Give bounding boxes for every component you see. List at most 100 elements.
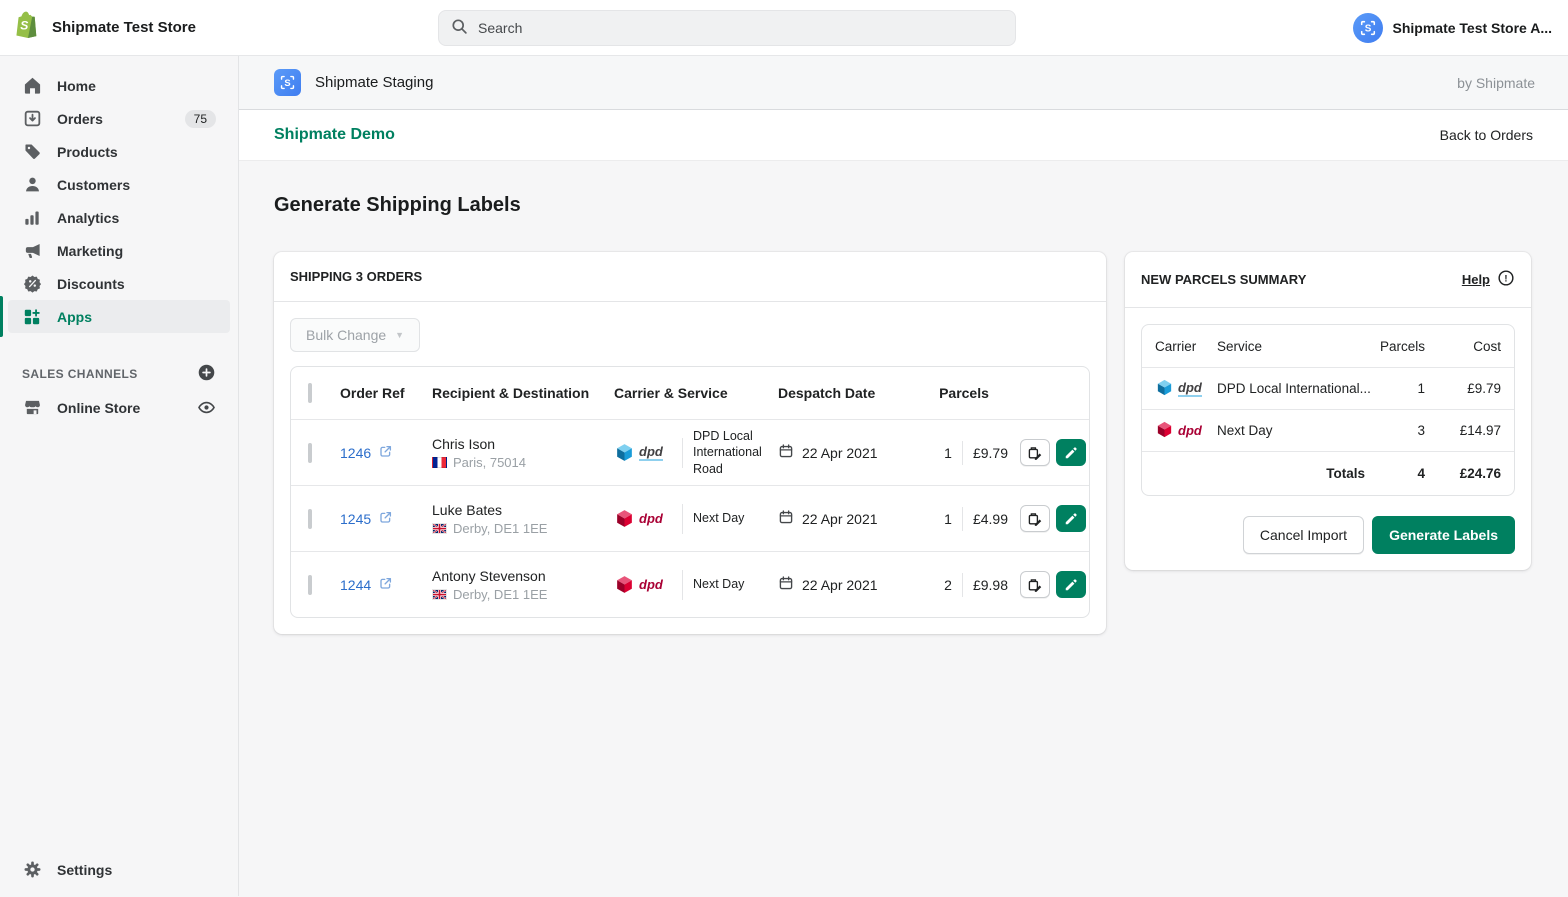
- edit-parcels-button[interactable]: [1020, 505, 1050, 532]
- chevron-down-icon: ▼: [395, 330, 405, 340]
- summary-table-header: Carrier Service Parcels Cost: [1142, 325, 1514, 367]
- parcel-count: 1: [1417, 381, 1425, 396]
- sidebar-item-home[interactable]: Home: [8, 69, 230, 102]
- sidebar-item-orders[interactable]: Orders 75: [8, 102, 230, 135]
- account-avatar: S: [1352, 13, 1383, 43]
- carrier-wordmark: dpd: [639, 511, 663, 526]
- divider: [961, 572, 963, 597]
- dpd-logo-icon: dpd: [614, 508, 672, 529]
- row-checkbox[interactable]: [308, 574, 312, 595]
- calendar-icon: [778, 575, 794, 594]
- totals-label: Totals: [1326, 466, 1365, 481]
- help-link[interactable]: Help !: [1462, 269, 1515, 290]
- table-row: 1245 Luke Bates Derby, DE1 1EE dpd Next …: [291, 485, 1089, 551]
- table-row: dpd Next Day 3 £14.97: [1142, 409, 1514, 451]
- order-ref-link[interactable]: 1246: [340, 445, 371, 461]
- sidebar-item-label: Analytics: [57, 209, 120, 226]
- recipient-name: Luke Bates: [432, 501, 503, 518]
- flag-gb-icon: [432, 588, 447, 600]
- column-carrier: Carrier & Service: [614, 385, 728, 401]
- shipmate-app-icon: S: [274, 69, 301, 96]
- shipping-orders-card: SHIPPING 3 ORDERS Bulk Change ▼ Order Re…: [274, 252, 1106, 634]
- dpd-logo-icon: [1155, 420, 1174, 442]
- dpd-local-logo-icon: dpd: [614, 442, 672, 463]
- edit-order-button[interactable]: [1056, 505, 1086, 532]
- parcel-cost: £9.79: [972, 444, 1008, 461]
- orders-table-header: Order Ref Recipient & Destination Carrie…: [291, 367, 1089, 419]
- destination: Derby, DE1 1EE: [453, 586, 548, 602]
- bulk-change-button[interactable]: Bulk Change ▼: [290, 318, 421, 352]
- topbar: S Shipmate Test Store S Shipmate Test St…: [0, 0, 1568, 56]
- sidebar-item-products[interactable]: Products: [8, 135, 230, 168]
- parcel-count: 2: [944, 576, 952, 593]
- cost-value: £14.97: [1459, 423, 1501, 438]
- edit-order-button[interactable]: [1056, 439, 1086, 466]
- new-parcels-summary-card: NEW PARCELS SUMMARY Help ! Carrier Servi…: [1125, 252, 1531, 570]
- despatch-date: 22 Apr 2021: [802, 510, 878, 527]
- shipmate-demo-link[interactable]: Shipmate Demo: [274, 126, 395, 144]
- account-menu[interactable]: S Shipmate Test Store A...: [1352, 0, 1552, 56]
- app-header-strip: S Shipmate Staging by Shipmate: [239, 56, 1568, 110]
- discount-icon: [22, 274, 42, 294]
- cancel-import-button[interactable]: Cancel Import: [1242, 516, 1365, 554]
- column-parcels: Parcels: [1379, 338, 1425, 354]
- table-row: 1244 Antony Stevenson Derby, DE1 1EE dpd…: [291, 551, 1089, 617]
- select-all-checkbox[interactable]: [308, 383, 312, 403]
- column-despatch-date: Despatch Date: [778, 385, 876, 401]
- store-brand[interactable]: S Shipmate Test Store: [0, 10, 239, 45]
- parcel-cost: £4.99: [972, 510, 1008, 527]
- column-order-ref: Order Ref: [340, 385, 405, 401]
- sidebar-item-online-store[interactable]: Online Store: [8, 391, 230, 424]
- column-recipient: Recipient & Destination: [432, 385, 590, 401]
- calendar-icon: [778, 443, 794, 462]
- flag-gb-icon: [432, 522, 447, 534]
- divider: [961, 506, 963, 531]
- global-search[interactable]: [438, 10, 1016, 46]
- sidebar-item-customers[interactable]: Customers: [8, 168, 230, 201]
- preview-store-button[interactable]: [197, 398, 216, 417]
- edit-parcels-button[interactable]: [1020, 439, 1050, 466]
- carrier-wordmark: dpd: [1178, 423, 1202, 438]
- back-to-orders-link[interactable]: Back to Orders: [1440, 127, 1533, 143]
- flag-fr-icon: [432, 456, 447, 468]
- external-link-icon[interactable]: [378, 444, 393, 462]
- sales-channels-heading: SALES CHANNELS: [22, 367, 138, 381]
- shopify-logo-icon: S: [14, 10, 42, 45]
- home-icon: [22, 76, 42, 96]
- help-label[interactable]: Help: [1462, 272, 1490, 287]
- sidebar-item-label: Apps: [57, 308, 92, 325]
- app-byline: by Shipmate: [1457, 74, 1535, 91]
- external-link-icon[interactable]: [378, 576, 393, 594]
- search-icon: [451, 18, 468, 38]
- sales-channels-section: SALES CHANNELS: [8, 363, 230, 385]
- edit-order-button[interactable]: [1056, 571, 1086, 598]
- analytics-icon: [22, 208, 42, 228]
- megaphone-icon: [22, 241, 42, 261]
- row-checkbox[interactable]: [308, 442, 312, 463]
- parcel-count: 1: [944, 510, 952, 527]
- sidebar: Home Orders 75 Products Customers Analyt…: [0, 56, 239, 896]
- row-checkbox[interactable]: [308, 508, 312, 529]
- service-name: Next Day: [693, 511, 745, 526]
- sidebar-item-analytics[interactable]: Analytics: [8, 201, 230, 234]
- parcel-cost: £9.98: [972, 576, 1008, 593]
- despatch-date: 22 Apr 2021: [802, 576, 878, 593]
- service-name: Next Day: [693, 577, 745, 592]
- sidebar-item-discounts[interactable]: Discounts: [8, 267, 230, 300]
- customers-icon: [22, 175, 42, 195]
- add-sales-channel-button[interactable]: [197, 363, 216, 385]
- sidebar-item-apps[interactable]: Apps: [0, 296, 230, 337]
- totals-cost: £24.76: [1459, 466, 1501, 481]
- external-link-icon[interactable]: [378, 510, 393, 528]
- tag-icon: [22, 142, 42, 162]
- sidebar-item-settings[interactable]: Settings: [8, 853, 230, 886]
- search-input[interactable]: [478, 20, 1003, 36]
- sidebar-item-label: Products: [57, 143, 118, 160]
- info-icon: !: [1497, 269, 1515, 290]
- order-ref-link[interactable]: 1244: [340, 577, 371, 593]
- edit-parcels-button[interactable]: [1020, 571, 1050, 598]
- sidebar-item-marketing[interactable]: Marketing: [8, 234, 230, 267]
- generate-labels-button[interactable]: Generate Labels: [1372, 516, 1515, 554]
- order-ref-link[interactable]: 1245: [340, 511, 371, 527]
- orders-icon: [22, 109, 42, 129]
